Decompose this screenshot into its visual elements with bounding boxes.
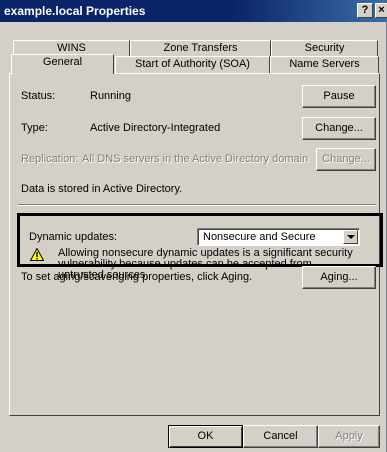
separator-line	[18, 204, 376, 206]
apply-button-label: Apply	[335, 430, 363, 442]
aging-button[interactable]: Aging...	[302, 266, 376, 289]
tab-security[interactable]: Security	[271, 40, 378, 57]
tab-general[interactable]: General	[11, 54, 114, 74]
ok-button-label: OK	[197, 430, 214, 442]
help-button[interactable]: ?	[357, 3, 373, 18]
apply-button[interactable]: Apply	[318, 425, 380, 448]
tab-name-servers[interactable]: Name Servers	[270, 56, 379, 73]
cancel-button-label: Cancel	[263, 430, 298, 442]
aging-info-text: To set aging/scavenging properties, clic…	[21, 271, 253, 283]
change-type-button-label: Change...	[315, 122, 363, 134]
warning-icon	[30, 248, 44, 261]
replication-value: All DNS servers in the Active Directory …	[82, 153, 309, 165]
type-label: Type:	[21, 122, 48, 134]
status-value: Running	[90, 90, 131, 102]
close-button[interactable]: ×	[375, 3, 387, 18]
dynamic-updates-select[interactable]: Nonsecure and Secure	[197, 228, 360, 246]
pause-button-label: Pause	[323, 90, 355, 102]
properties-dialog: example.local Properties ? × WINS Zone T…	[0, 0, 387, 452]
chevron-down-icon[interactable]	[343, 230, 358, 244]
tab-zone-transfers[interactable]: Zone Transfers	[130, 40, 271, 57]
storage-info-text: Data is stored in Active Directory.	[21, 183, 183, 195]
change-replication-button[interactable]: Change...	[316, 148, 376, 171]
aging-button-label: Aging...	[320, 271, 358, 283]
change-type-button[interactable]: Change...	[302, 117, 376, 140]
pause-button[interactable]: Pause	[302, 85, 376, 108]
status-label: Status:	[21, 90, 56, 102]
ok-button[interactable]: OK	[168, 425, 243, 448]
tab-start-of-authority[interactable]: Start of Authority (SOA)	[115, 56, 270, 73]
dynamic-updates-selected-value: Nonsecure and Secure	[203, 231, 316, 243]
title-bar[interactable]: example.local Properties ? ×	[0, 0, 387, 22]
type-value: Active Directory-Integrated	[90, 122, 221, 134]
cancel-button[interactable]: Cancel	[243, 425, 318, 448]
change-replication-button-label: Change...	[322, 153, 370, 165]
replication-label: Replication:	[21, 153, 79, 165]
window-title: example.local Properties	[4, 4, 146, 18]
dynamic-updates-label: Dynamic updates:	[29, 231, 118, 243]
